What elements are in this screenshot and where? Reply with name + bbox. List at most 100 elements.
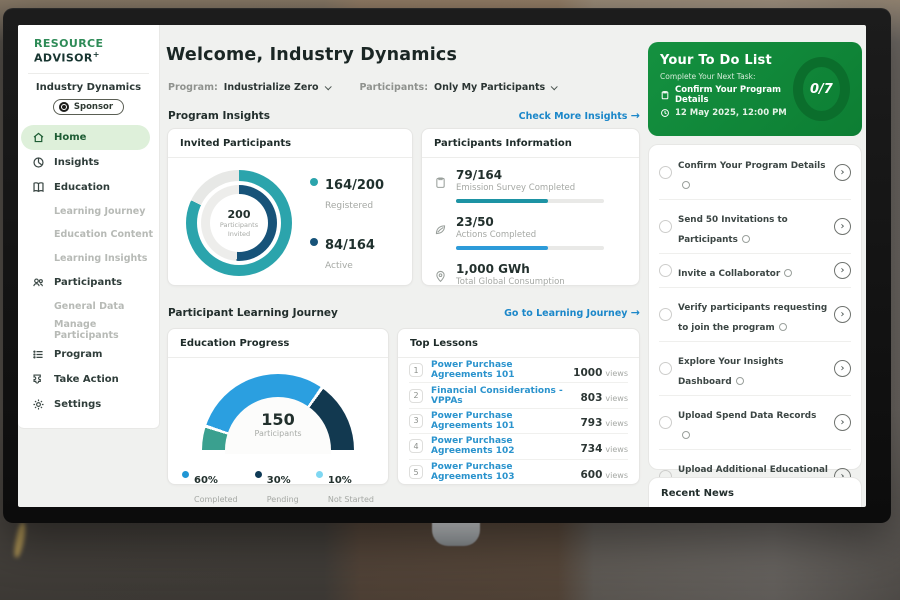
- info-icon[interactable]: [784, 269, 792, 277]
- section-title: Program Insights: [168, 110, 270, 122]
- clock-icon: [660, 108, 670, 118]
- divider: [28, 73, 149, 74]
- sidebar-item-program[interactable]: Program: [18, 342, 159, 367]
- sidebar-item-insights[interactable]: Insights: [18, 150, 159, 175]
- card-title: Top Lessons: [398, 329, 639, 358]
- sidebar-item-home[interactable]: Home: [21, 125, 150, 150]
- check-more-insights-link[interactable]: Check More Insights →: [519, 109, 640, 122]
- todo-item[interactable]: Verify participants requesting to join t…: [659, 288, 851, 342]
- rank-badge: 1: [409, 363, 423, 377]
- legend-active: 84/164 Active: [310, 234, 384, 272]
- chevron-right-button[interactable]: ›: [834, 414, 851, 431]
- card-title: Education Progress: [168, 329, 388, 358]
- chevron-right-button[interactable]: ›: [834, 306, 851, 323]
- sponsor-label: Sponsor: [74, 102, 113, 112]
- settings-icon: [32, 398, 45, 411]
- sidebar-item-learning-journey[interactable]: Learning Journey: [18, 200, 159, 224]
- todo-item[interactable]: Send 50 Invitations to Participants ›: [659, 200, 851, 254]
- todo-item[interactable]: Explore Your Insights Dashboard ›: [659, 342, 851, 396]
- sidebar-item-learning-insights[interactable]: Learning Insights: [18, 247, 159, 271]
- lesson-link[interactable]: Power Purchase Agreements 102: [431, 436, 572, 456]
- org-name: Industry Dynamics: [18, 82, 159, 93]
- lesson-link[interactable]: Power Purchase Agreements 101: [431, 360, 565, 380]
- lesson-row: 1 Power Purchase Agreements 101 1000view…: [409, 358, 628, 383]
- info-icon[interactable]: [682, 431, 690, 439]
- education-gauge-chart: 150 Participants: [202, 374, 354, 454]
- top-lessons-card: Top Lessons 1 Power Purchase Agreements …: [397, 328, 640, 485]
- todo-due-date: 12 May 2025, 12:00 PM: [660, 108, 793, 118]
- todo-progress-value: 0/7: [810, 82, 833, 97]
- todo-progress-ring: 0/7: [793, 57, 850, 121]
- app-logo[interactable]: RESOURCE ADVISOR+: [18, 25, 159, 71]
- info-icon[interactable]: [682, 181, 690, 189]
- stat-global-consumption: 1,000 GWh Total Global Consumption: [422, 252, 639, 295]
- chevron-right-button[interactable]: ›: [834, 164, 851, 181]
- legend-registered: 164/200 Registered: [310, 174, 384, 212]
- program-insights-header: Program Insights Check More Insights →: [168, 109, 640, 122]
- program-dropdown[interactable]: Program: Industrialize Zero: [168, 82, 330, 93]
- program-icon: [32, 348, 45, 361]
- todo-item[interactable]: Invite a Collaborator ›: [659, 254, 851, 288]
- sidebar-item-education[interactable]: Education: [18, 175, 159, 200]
- legend-dot-teal: [310, 178, 318, 186]
- todo-item[interactable]: Upload Spend Data Records ›: [659, 396, 851, 450]
- card-title: Invited Participants: [168, 129, 412, 158]
- stat-actions-completed: 23/50 Actions Completed: [422, 205, 639, 252]
- todo-item[interactable]: Confirm Your Program Details ›: [659, 146, 851, 200]
- arrow-right-icon: →: [631, 306, 640, 319]
- sponsor-icon: [59, 102, 69, 112]
- leaf-icon: [434, 223, 447, 236]
- clipboard-icon: [660, 90, 670, 100]
- monitor-bezel: RESOURCE ADVISOR+ Industry Dynamics Spon…: [3, 8, 891, 523]
- rank-badge: 4: [409, 439, 423, 453]
- checkbox-circle[interactable]: [659, 166, 672, 179]
- take-action-icon: [32, 373, 45, 386]
- legend-completed: 60% Completed: [182, 468, 238, 506]
- sidebar-item-general-data[interactable]: General Data: [18, 295, 159, 319]
- stat-emission-survey: 79/164 Emission Survey Completed: [422, 158, 639, 205]
- legend-dot-blue: [182, 471, 189, 478]
- arrow-right-icon: →: [631, 109, 640, 122]
- gauge-legend: 60% Completed 30% Pending 10% Not Starte…: [168, 454, 388, 506]
- filters-bar: Program: Industrialize Zero Participants…: [168, 82, 556, 93]
- info-icon[interactable]: [736, 377, 744, 385]
- info-icon[interactable]: [742, 235, 750, 243]
- checkbox-circle[interactable]: [659, 362, 672, 375]
- sidebar-item-education-content[interactable]: Education Content: [18, 223, 159, 247]
- checkbox-circle[interactable]: [659, 308, 672, 321]
- lesson-row: 2 Financial Considerations - VPPAs 803vi…: [409, 383, 628, 408]
- education-progress-card: Education Progress 150 Participants 60% …: [167, 328, 389, 485]
- rank-badge: 2: [409, 389, 423, 403]
- lesson-row: 5 Power Purchase Agreements 103 600views: [409, 460, 628, 485]
- sidebar-item-take-action[interactable]: Take Action: [18, 367, 159, 392]
- legend-dot-navy: [310, 238, 318, 246]
- todo-title: Your To Do List: [660, 53, 793, 68]
- sidebar-item-manage-participants[interactable]: Manage Participants: [18, 319, 159, 343]
- home-icon: [32, 131, 45, 144]
- sidebar-item-participants[interactable]: Participants: [18, 270, 159, 295]
- lesson-link[interactable]: Financial Considerations - VPPAs: [431, 386, 572, 406]
- chevron-right-button[interactable]: ›: [834, 262, 851, 279]
- lesson-link[interactable]: Power Purchase Agreements 103: [431, 462, 572, 482]
- go-to-learning-journey-link[interactable]: Go to Learning Journey →: [504, 306, 640, 319]
- donut-legend: 164/200 Registered 84/164 Active: [310, 174, 384, 272]
- donut-center: 200 Participants Invited: [186, 170, 292, 276]
- lesson-link[interactable]: Power Purchase Agreements 101: [431, 411, 572, 431]
- todo-next-task[interactable]: Confirm Your Program Details: [660, 85, 793, 105]
- checkbox-circle[interactable]: [659, 416, 672, 429]
- chevron-right-button[interactable]: ›: [834, 218, 851, 235]
- participants-dropdown[interactable]: Participants: Only My Participants: [360, 82, 557, 93]
- info-icon[interactable]: [779, 323, 787, 331]
- todo-subtitle: Complete Your Next Task:: [660, 72, 793, 81]
- chevron-right-button[interactable]: ›: [834, 360, 851, 377]
- participants-icon: [32, 276, 45, 289]
- checkbox-circle[interactable]: [659, 264, 672, 277]
- learning-journey-header: Participant Learning Journey Go to Learn…: [168, 306, 640, 319]
- sponsor-badge[interactable]: Sponsor: [53, 99, 124, 115]
- sidebar-item-settings[interactable]: Settings: [18, 392, 159, 417]
- legend-not-started: 10% Not Started: [316, 468, 374, 506]
- section-title: Participant Learning Journey: [168, 307, 338, 319]
- checkbox-circle[interactable]: [659, 220, 672, 233]
- dashboard-screen: RESOURCE ADVISOR+ Industry Dynamics Spon…: [18, 25, 866, 507]
- recent-news-card: Recent News: [648, 477, 862, 507]
